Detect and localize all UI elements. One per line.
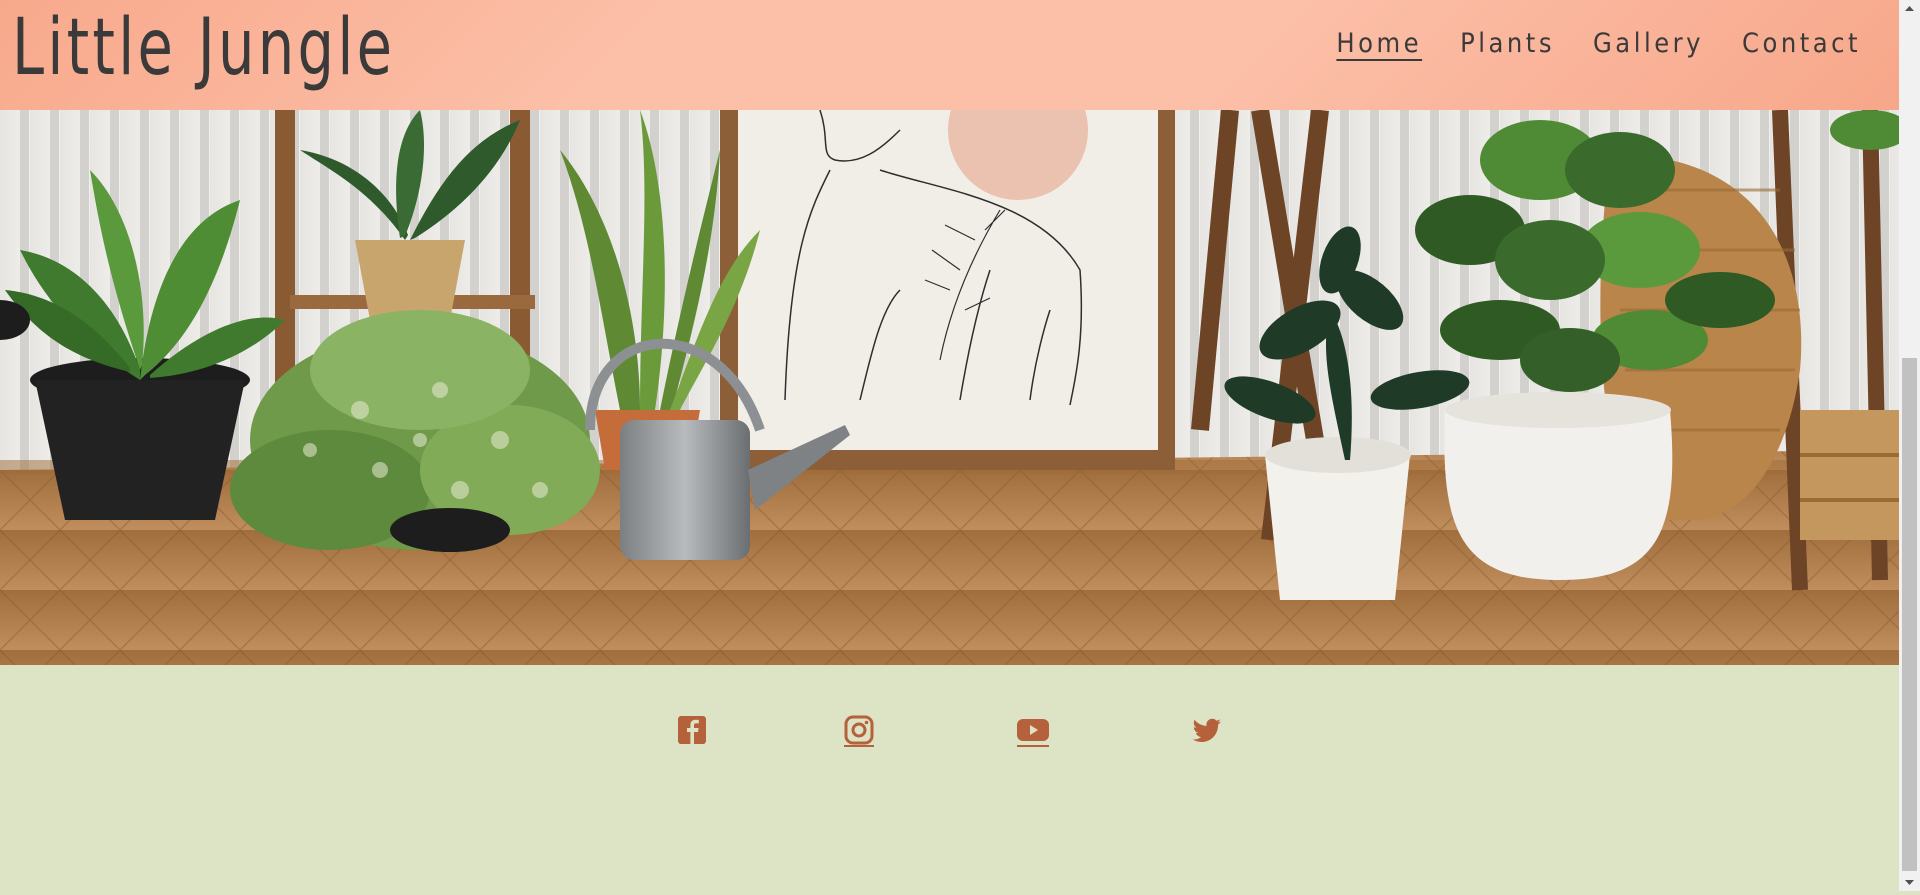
- scrollbar-thumb[interactable]: [1902, 358, 1917, 871]
- hero-image: [0, 110, 1899, 665]
- page: Little Jungle Home Plants Gallery Contac…: [0, 0, 1899, 891]
- site-logo[interactable]: Little Jungle: [12, 3, 395, 93]
- facebook-icon[interactable]: [675, 713, 709, 747]
- twitter-icon[interactable]: [1190, 713, 1224, 747]
- nav-gallery-link[interactable]: Gallery: [1593, 24, 1704, 64]
- instagram-icon[interactable]: [842, 713, 876, 747]
- nav-home-link[interactable]: Home: [1336, 24, 1422, 64]
- vertical-scrollbar[interactable]: [1899, 0, 1920, 891]
- site-footer: [0, 665, 1899, 891]
- nav-plants-link[interactable]: Plants: [1460, 24, 1555, 64]
- nav-contact-link[interactable]: Contact: [1742, 24, 1861, 64]
- youtube-icon[interactable]: [1016, 713, 1050, 747]
- hero-illustration: [0, 110, 1899, 665]
- site-header: Little Jungle Home Plants Gallery Contac…: [0, 0, 1899, 110]
- main-nav: Home Plants Gallery Contact: [1336, 24, 1861, 64]
- scroll-down-arrow-icon[interactable]: [1899, 874, 1920, 891]
- scroll-up-arrow-icon[interactable]: [1899, 0, 1920, 17]
